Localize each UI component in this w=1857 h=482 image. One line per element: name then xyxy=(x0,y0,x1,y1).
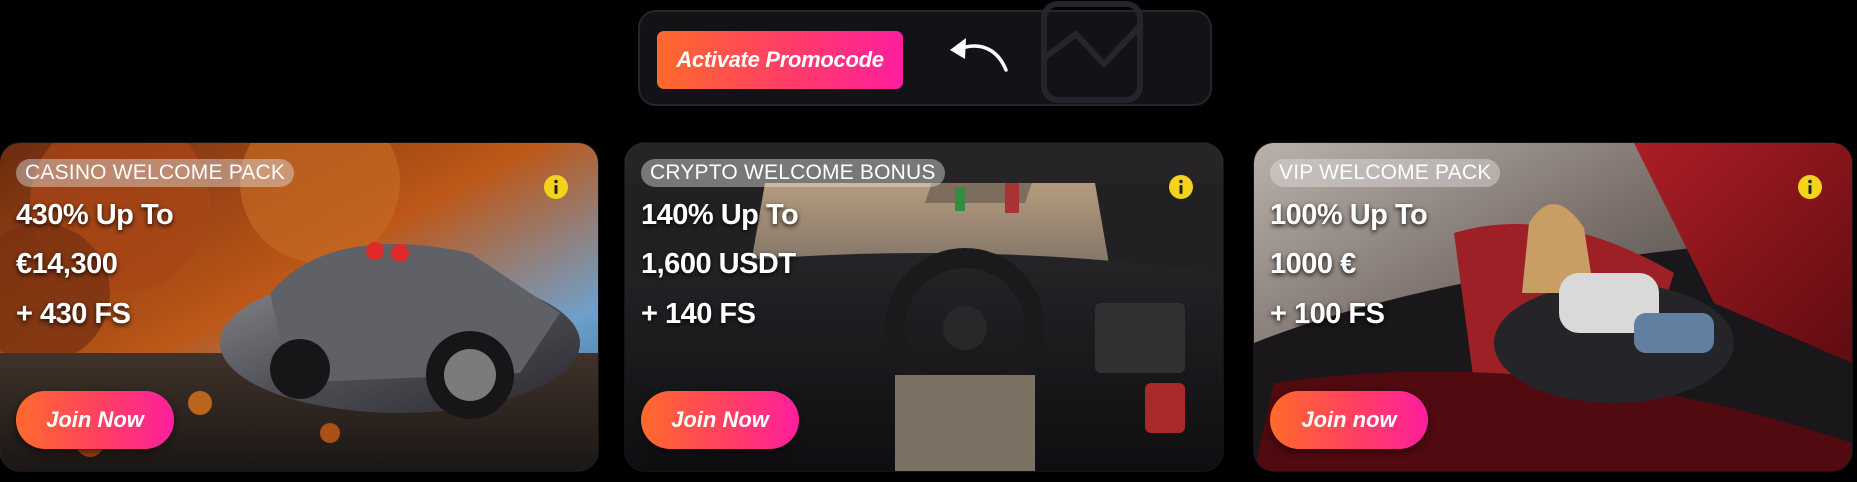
card-title-label: VIP WELCOME PACK xyxy=(1270,159,1501,187)
join-now-button[interactable]: Join now xyxy=(1270,391,1428,449)
casino-welcome-pack-card: CASINO WELCOME PACK 430% Up To €14,300 +… xyxy=(0,143,598,471)
promocode-bar: Activate Promocode xyxy=(638,1,1212,106)
info-icon[interactable] xyxy=(1169,175,1193,199)
card-title-label: CASINO WELCOME PACK xyxy=(16,159,295,187)
activate-promocode-button[interactable]: Activate Promocode xyxy=(657,31,903,89)
bonus-amount-text: 1000 € xyxy=(1270,248,1356,280)
bonus-percent-text: 100% Up To xyxy=(1270,199,1428,231)
bonus-amount-text: €14,300 xyxy=(16,248,118,280)
image-placeholder-icon xyxy=(1041,1,1143,103)
bonus-percent-text: 430% Up To xyxy=(16,199,174,231)
bonus-amount-text: 1,600 USDT xyxy=(641,248,796,280)
info-icon[interactable] xyxy=(544,175,568,199)
free-spins-text: + 430 FS xyxy=(16,298,131,330)
free-spins-text: + 100 FS xyxy=(1270,298,1385,330)
join-now-button[interactable]: Join Now xyxy=(641,391,799,449)
bonus-percent-text: 140% Up To xyxy=(641,199,799,231)
info-icon[interactable] xyxy=(1798,175,1822,199)
curved-arrow-left-icon xyxy=(950,38,1008,72)
vip-welcome-pack-card: VIP WELCOME PACK 100% Up To 1000 € + 100… xyxy=(1254,143,1852,471)
join-now-button[interactable]: Join Now xyxy=(16,391,174,449)
card-title-label: CRYPTO WELCOME BONUS xyxy=(641,159,945,187)
free-spins-text: + 140 FS xyxy=(641,298,756,330)
crypto-welcome-bonus-card: CRYPTO WELCOME BONUS 140% Up To 1,600 US… xyxy=(625,143,1223,471)
